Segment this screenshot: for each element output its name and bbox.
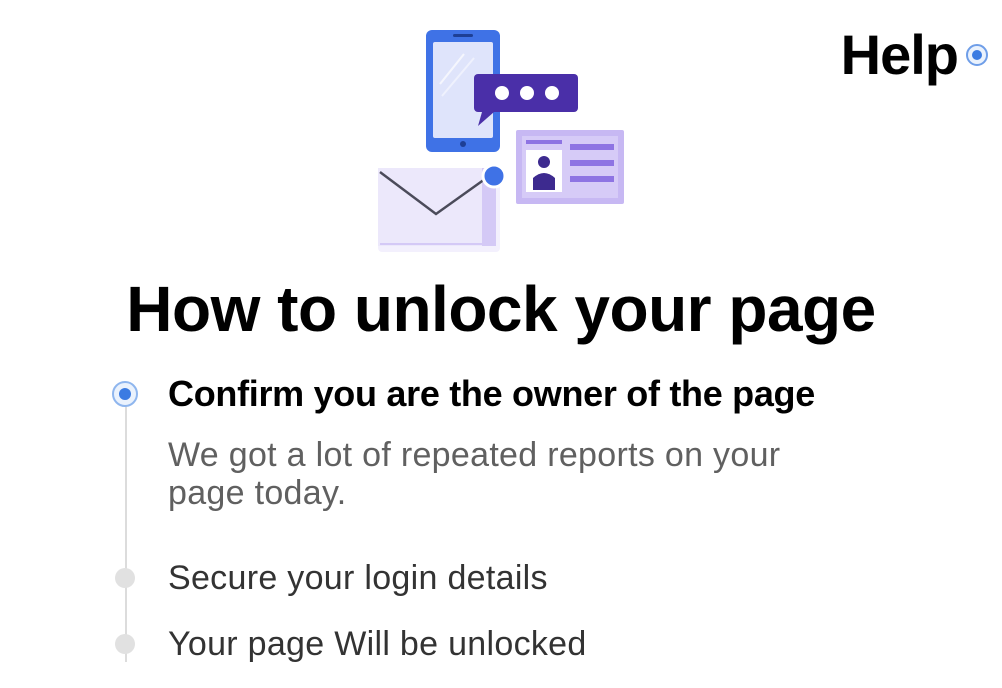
help-label: Help (840, 23, 959, 86)
help-radio-icon (966, 43, 988, 66)
step-secure-login: Secure your login details (108, 558, 548, 598)
phone-chat-mail-id-card-illustration (378, 30, 624, 252)
envelope-icon (378, 168, 496, 246)
step-active-radio-icon (112, 381, 138, 407)
step-title: Secure your login details (168, 559, 548, 597)
unlock-page-screen: Help How to unlock your page Confirm you… (0, 0, 1002, 688)
step-title: Your page Will be unlocked (168, 625, 587, 663)
id-card-icon (516, 130, 624, 204)
step-page-unlocked: Your page Will be unlocked (108, 624, 587, 664)
connector-dot-icon (481, 163, 507, 189)
step-pending-dot-icon (115, 634, 135, 654)
step-pending-dot-icon (115, 568, 135, 588)
step-title: Confirm you are the owner of the page (168, 373, 815, 414)
step-description: We got a lot of repeated reports on your… (168, 436, 781, 512)
step-confirm-owner: Confirm you are the owner of the page We… (108, 372, 828, 512)
help-link[interactable]: Help (841, 22, 988, 87)
page-title: How to unlock your page (126, 273, 876, 345)
